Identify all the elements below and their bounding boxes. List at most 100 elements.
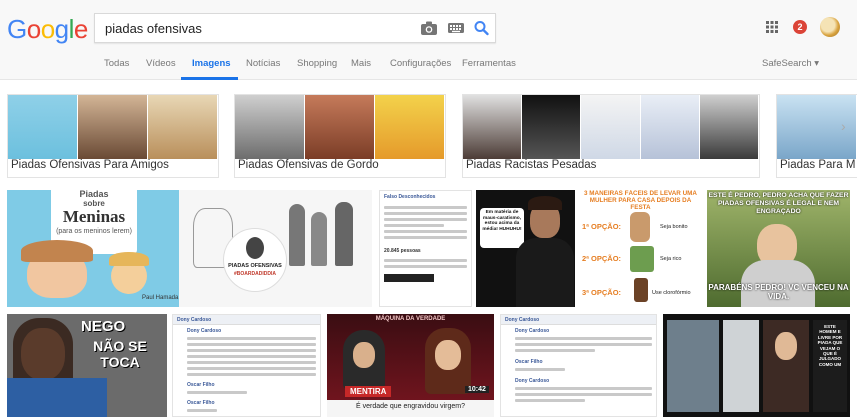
result-caption: 1ª OPÇÃO: (582, 222, 622, 231)
tab-shopping[interactable]: Shopping (297, 58, 337, 69)
image-result[interactable]: MÁQUINA DA VERDADE MENTIRA 10:42 É verda… (327, 314, 494, 417)
fb-text-line (384, 206, 467, 209)
result-caption: NÃO SE TOCA (93, 338, 147, 370)
fb-text-line (187, 349, 316, 352)
fb-text-line (384, 265, 467, 268)
fb-author: Oscar Filho (515, 359, 543, 365)
logo-letter: G (7, 14, 27, 44)
logo-letter: g (54, 14, 69, 44)
related-search-card[interactable]: Piadas Ofensivas de Gordo (234, 94, 446, 178)
search-box[interactable] (94, 13, 496, 43)
fb-text-line (515, 399, 585, 402)
result-caption: MÁQUINA DA VERDADE (375, 316, 446, 322)
search-input[interactable] (95, 14, 405, 42)
result-caption: Use clorofórmio (652, 290, 691, 296)
image-result[interactable]: Dony Cardoso Dony Cardoso Oscar Filho Os… (172, 314, 321, 417)
tab-all[interactable]: Todas (104, 58, 129, 69)
person-face (775, 332, 797, 360)
fb-author: Oscar Filho (187, 382, 215, 388)
related-search-card[interactable]: Piadas Racistas Pesadas (462, 94, 760, 178)
fb-text-line (187, 373, 316, 376)
fb-text-line (187, 391, 247, 394)
logo-letter: e (73, 14, 88, 44)
related-search-card[interactable]: Piadas Ofensivas Para Amigos (7, 94, 219, 178)
result-caption: 10:42 (465, 386, 489, 393)
logo-letter: o (40, 14, 55, 44)
option-photo (630, 246, 654, 272)
camera-icon[interactable] (420, 20, 438, 36)
sketch-figure (335, 202, 353, 266)
avatar[interactable] (820, 17, 840, 37)
image-result[interactable]: Falso Desconhecidos 20.845 pessoas (379, 190, 472, 307)
speech-bubble-text: Em matéria de maus-caratismo, estou acim… (482, 210, 522, 232)
fb-text-line (187, 367, 316, 370)
person-shirt (7, 378, 107, 417)
image-result[interactable]: PIADAS OFENSIVAS #BOARDADIDDIA (179, 190, 372, 307)
stamp-caption: PIADAS OFENSIVAS (228, 263, 282, 269)
fb-author: Dony Cardoso (187, 328, 222, 334)
apps-grid-icon[interactable] (766, 21, 778, 33)
fb-text-line (187, 355, 316, 358)
search-icon[interactable] (473, 20, 491, 36)
tab-settings[interactable]: Configurações (390, 58, 451, 69)
notification-badge[interactable]: 2 (793, 20, 807, 34)
fb-text-line (515, 393, 652, 396)
image-result[interactable]: ESTE É PEDRO, PEDRO ACHA QUE FAZER PIADA… (707, 190, 850, 307)
fb-text-line (384, 218, 467, 221)
fb-text-line (515, 337, 652, 340)
person-face (353, 342, 375, 368)
fb-text-line (187, 361, 316, 364)
related-thumbs (463, 95, 759, 159)
cartoon-hair (21, 240, 93, 262)
fb-text-line (384, 230, 467, 233)
chevron-right-icon[interactable]: › (841, 118, 846, 134)
photo-panel: ESTE HOMEM E LIVRE POR PIADA QUE VEJAM O… (813, 320, 847, 412)
keyboard-icon[interactable] (447, 20, 465, 36)
search-tabs: Todas Vídeos Imagens Notícias Shopping M… (0, 52, 857, 80)
stamp-circle: PIADAS OFENSIVAS #BOARDADIDDIA (223, 228, 287, 292)
fb-text-line (515, 387, 652, 390)
tab-images[interactable]: Imagens (192, 58, 231, 69)
cartoon-boy-hair (109, 252, 149, 266)
image-result[interactable]: 3 MANEIRAS FÁCEIS DE LEVAR UMA MULHER PA… (580, 190, 701, 307)
fb-text-line (384, 224, 444, 227)
tab-videos[interactable]: Vídeos (146, 58, 176, 69)
related-search-label: Piadas Ofensivas de Gordo (238, 159, 379, 171)
option-photo (634, 278, 648, 302)
person-face (435, 340, 461, 370)
header-bar: Google 2 Todas Vídeos Imag (0, 0, 857, 80)
google-logo[interactable]: Google (7, 14, 88, 45)
redaction-bar (384, 274, 434, 282)
fb-text-line (187, 343, 316, 346)
man-hair (528, 196, 562, 210)
logo-letter: o (26, 14, 41, 44)
photo-panel (667, 320, 719, 412)
fb-text-line (187, 337, 316, 340)
person-face (21, 328, 65, 380)
tab-news[interactable]: Notícias (246, 58, 280, 69)
result-caption: ESTE HOMEM E LIVRE POR PIADA QUE VEJAM O… (817, 324, 843, 367)
tab-tools[interactable]: Ferramentas (462, 58, 516, 69)
fb-author: Falso Desconhecidos (384, 194, 436, 200)
sketch-figure (311, 212, 327, 266)
image-result[interactable]: Piadas sobre Meninas (para os meninos le… (7, 190, 179, 307)
fb-header: Dony Cardoso (501, 315, 656, 325)
active-tab-indicator (181, 77, 238, 80)
image-result[interactable]: NEGO NÃO SE TOCA (7, 314, 167, 417)
related-search-card[interactable]: Piadas Para M (776, 94, 857, 178)
image-result[interactable]: ESTE HOMEM E LIVRE POR PIADA QUE VEJAM O… (663, 314, 850, 417)
man-body (516, 238, 574, 307)
image-result[interactable]: Em matéria de maus-caratismo, estou acim… (476, 190, 575, 307)
question-bar: É verdade que engravidou virgem? (327, 400, 494, 417)
result-caption: ESTE É PEDRO, PEDRO ACHA QUE FAZER PIADA… (708, 192, 849, 215)
stamp-face (246, 237, 264, 259)
result-caption: Seja bonito (660, 224, 688, 230)
safesearch-menu[interactable]: SafeSearch ▾ (762, 58, 819, 69)
image-result[interactable]: Dony Cardoso Dony Cardoso Oscar Filho Do… (500, 314, 657, 417)
related-thumbs (235, 95, 445, 159)
fb-stat: 20.845 pessoas (384, 248, 421, 254)
tab-more[interactable]: Mais (351, 58, 371, 69)
result-caption: 3 MANEIRAS FÁCEIS DE LEVAR UMA MULHER PA… (584, 190, 697, 212)
photo-panel (723, 320, 759, 412)
fb-text-line (187, 409, 217, 412)
